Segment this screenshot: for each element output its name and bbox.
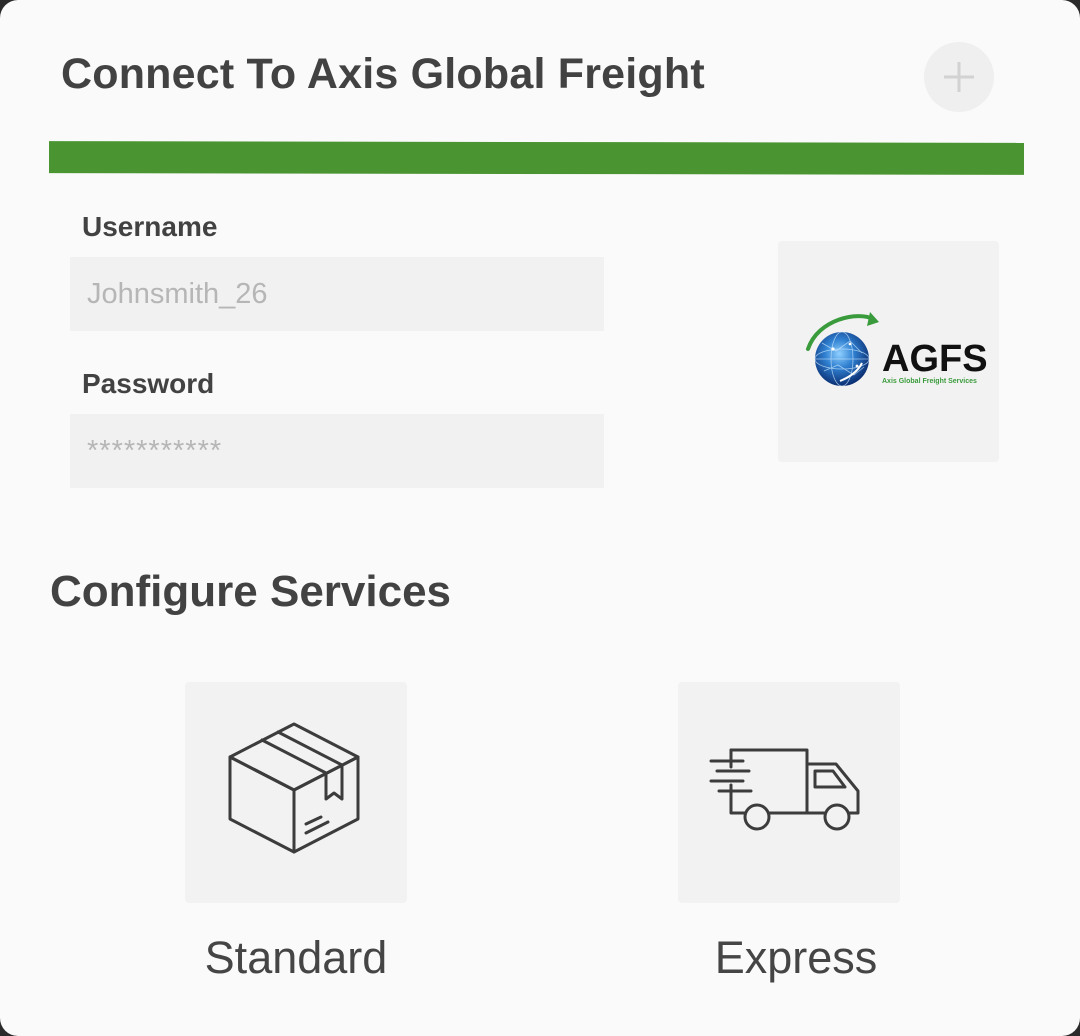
agfs-logo: AGFS Axis Global Freight Services xyxy=(806,312,988,387)
password-label: Password xyxy=(82,368,215,399)
accent-divider xyxy=(49,141,1024,175)
username-label: Username xyxy=(82,211,218,242)
configure-services-heading: Configure Services xyxy=(50,567,452,616)
standard-service-label: Standard xyxy=(204,932,388,983)
carrier-logo-card: AGFS Axis Global Freight Services xyxy=(778,241,999,462)
password-input[interactable] xyxy=(70,414,604,488)
connect-card: Connect To Axis Global Freight Username … xyxy=(0,0,1080,1036)
username-input[interactable] xyxy=(70,257,604,331)
logo-wordmark: AGFS xyxy=(882,338,988,380)
delivery-truck-icon xyxy=(709,745,869,840)
express-service-label: Express xyxy=(714,932,878,983)
box-icon xyxy=(226,720,366,865)
add-button[interactable] xyxy=(924,42,994,112)
plus-icon xyxy=(942,60,976,94)
express-service-tile[interactable] xyxy=(678,682,900,903)
page-title: Connect To Axis Global Freight xyxy=(61,50,705,98)
logo-tagline: Axis Global Freight Services xyxy=(882,378,977,385)
standard-service-tile[interactable] xyxy=(185,682,407,903)
